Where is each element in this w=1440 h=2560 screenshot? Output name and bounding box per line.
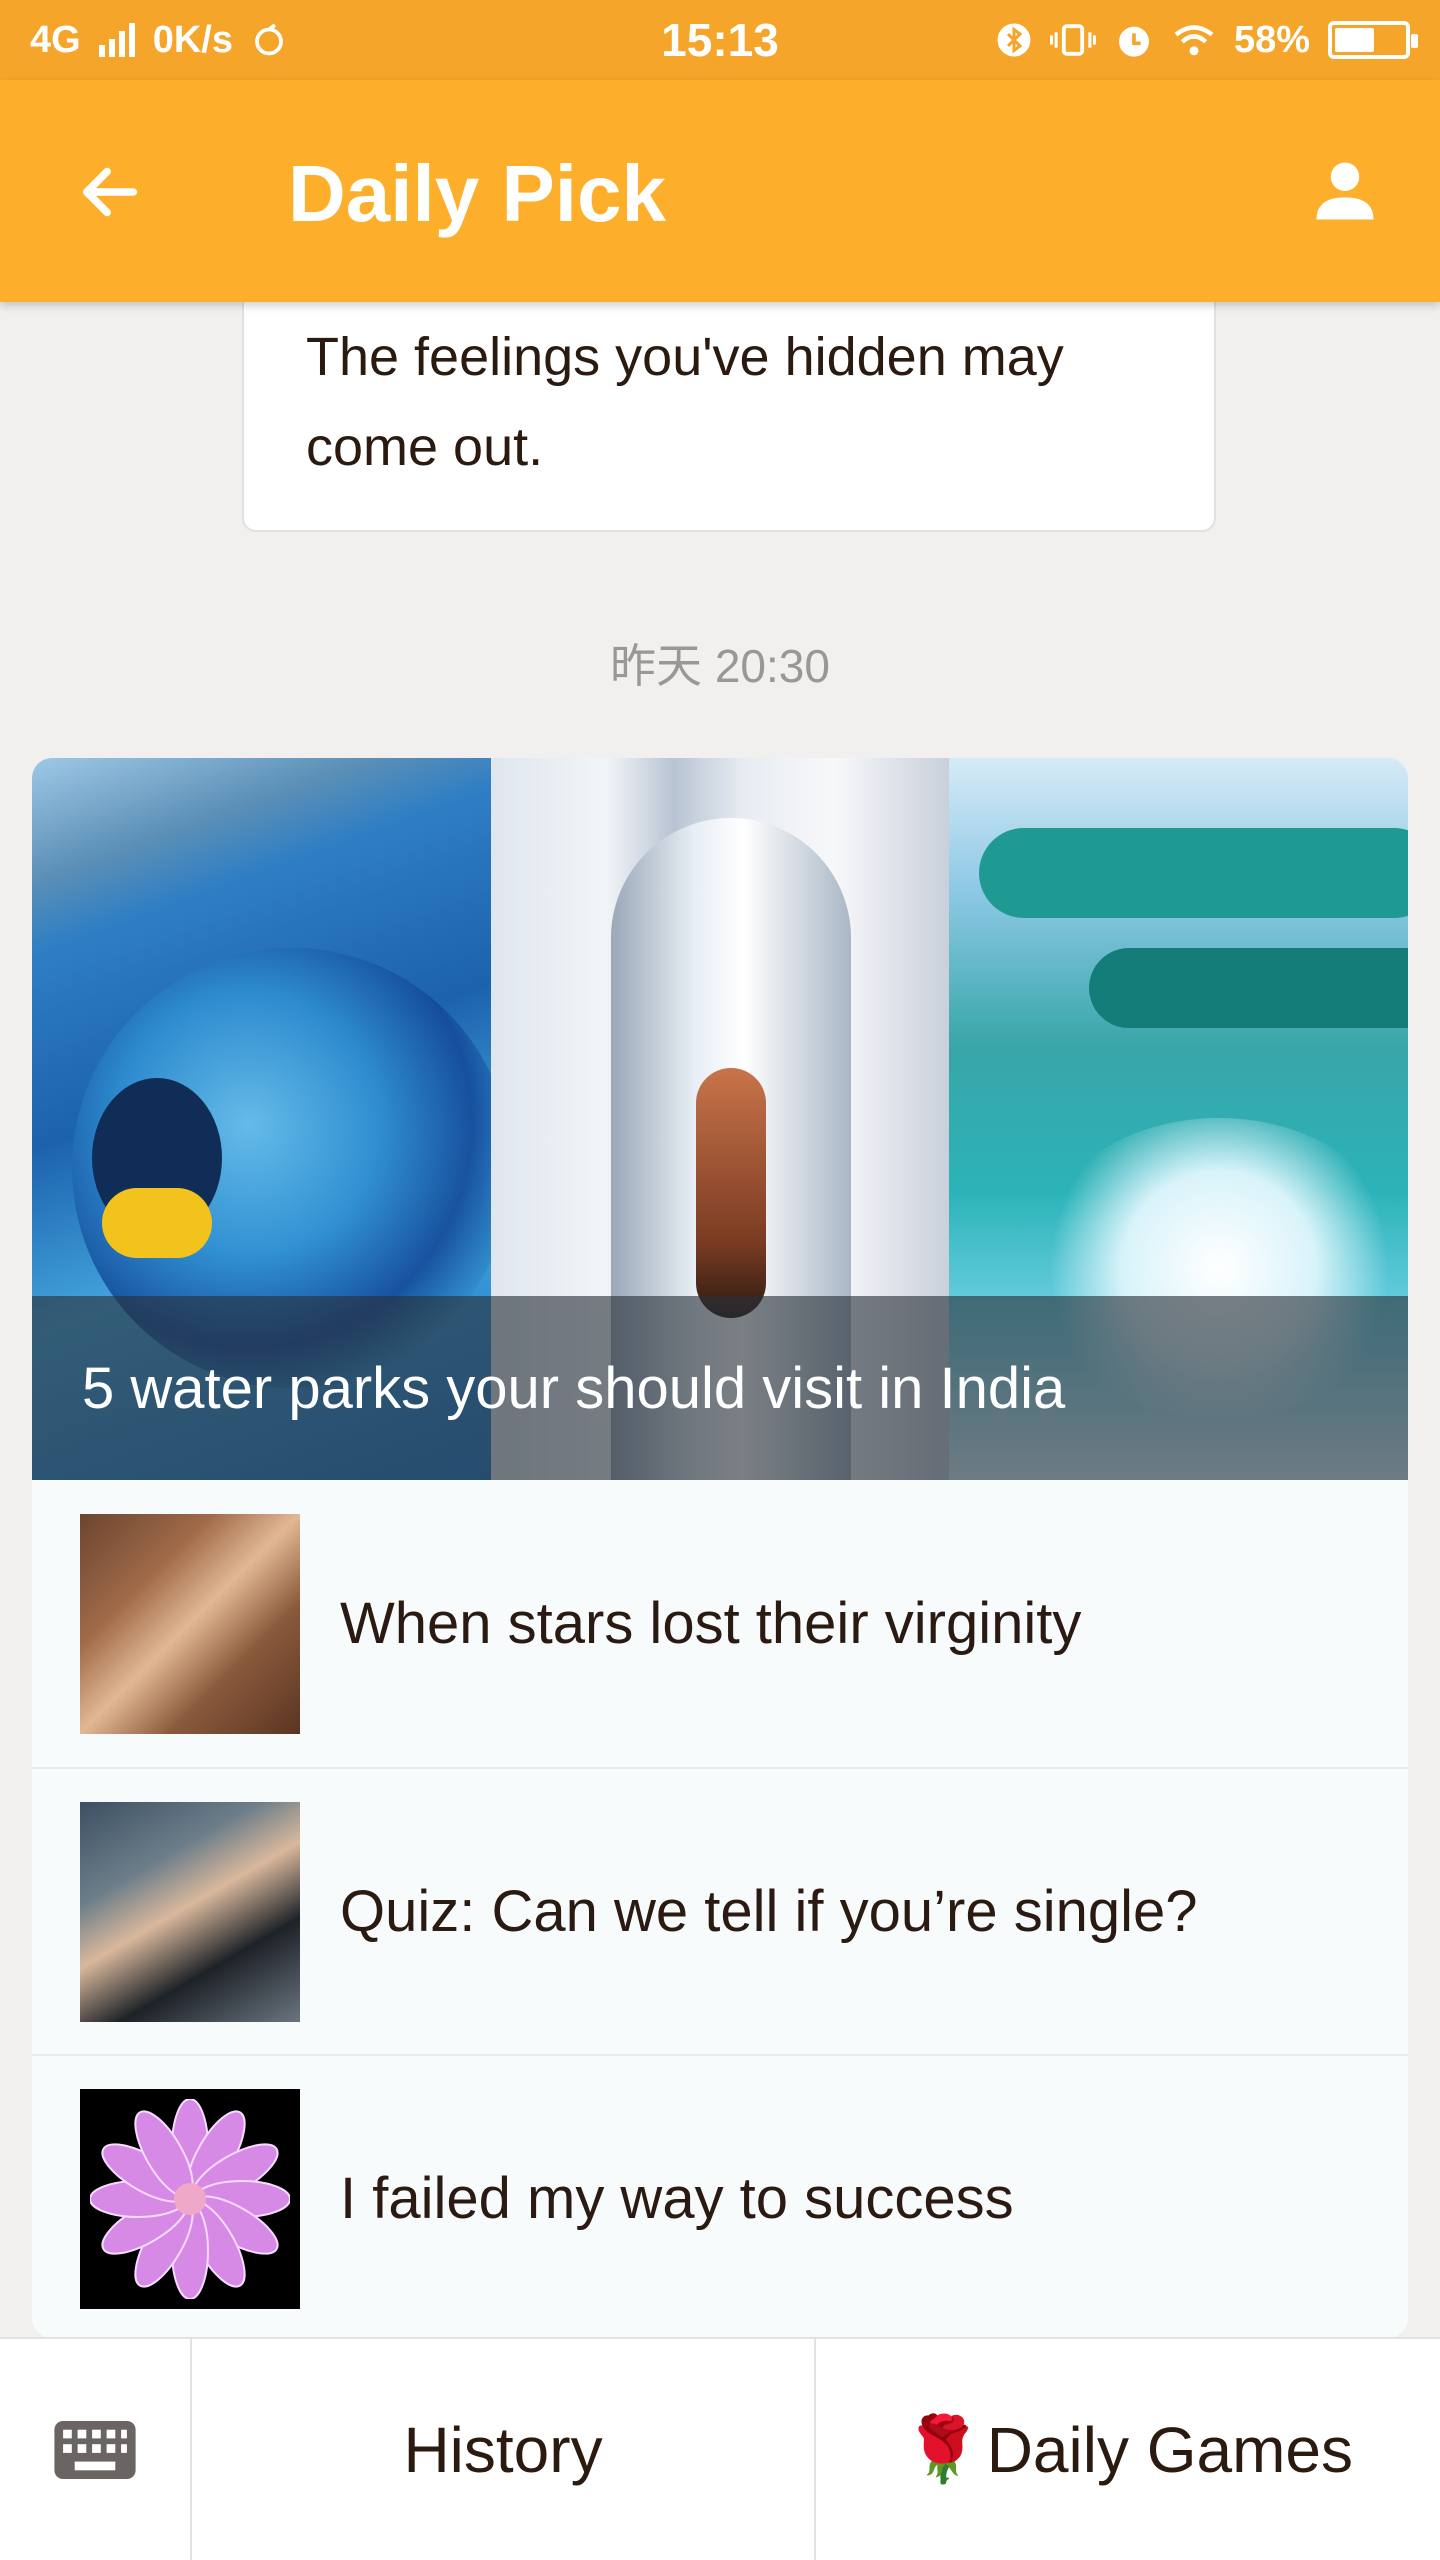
hero-caption: 5 water parks your should visit in India: [82, 1355, 1066, 1421]
keyboard-button[interactable]: [0, 2339, 192, 2560]
news-thumbnail: [80, 1801, 300, 2022]
history-button[interactable]: History: [192, 2339, 816, 2560]
status-bar: 4G 0K/s 15:13 58%: [0, 0, 1440, 80]
back-button[interactable]: [68, 150, 152, 234]
battery-percent: 58%: [1233, 18, 1310, 61]
app-bar: Daily Pick: [0, 80, 1440, 302]
alarm-icon: [1118, 26, 1149, 57]
signal-icon: [98, 23, 135, 57]
message-text: The feelings you've hidden may come out.: [306, 327, 1064, 477]
history-label: History: [403, 2413, 603, 2486]
flower-icon: [90, 2098, 290, 2299]
network-type: 4G: [30, 18, 81, 61]
news-thumbnail: [80, 1513, 300, 1734]
rose-icon: 🌹: [903, 2413, 983, 2485]
news-item[interactable]: Quiz: Can we tell if you’re single?: [32, 1767, 1408, 2054]
daily-games-label: Daily Games: [986, 2413, 1353, 2486]
news-card: 5 water parks your should visit in India…: [32, 758, 1408, 2338]
bottom-bar: History 🌹 Daily Games: [0, 2337, 1440, 2560]
status-left: 4G 0K/s: [30, 19, 287, 62]
news-thumbnail: [80, 2088, 300, 2309]
daily-games-button[interactable]: 🌹 Daily Games: [816, 2339, 1440, 2560]
hero-article[interactable]: 5 water parks your should visit in India: [32, 758, 1408, 1480]
battery-icon: [1328, 21, 1418, 59]
page-title: Daily Pick: [288, 149, 667, 238]
network-speed: 0K/s: [152, 18, 233, 61]
profile-button[interactable]: [1300, 146, 1390, 236]
news-item[interactable]: I failed my way to success: [32, 2054, 1408, 2338]
news-headline: Quiz: Can we tell if you’re single?: [340, 1879, 1198, 1944]
status-right: 58%: [996, 18, 1418, 62]
battery-fill: [1335, 28, 1375, 52]
hero-caption-overlay: 5 water parks your should visit in India: [32, 1296, 1408, 1480]
vibrate-icon: [1049, 24, 1096, 56]
wifi-icon: [1174, 25, 1214, 56]
sync-icon: [255, 23, 283, 56]
timestamp: 昨天 20:30: [610, 640, 830, 692]
bluetooth-icon: [997, 23, 1031, 57]
person-icon: [1316, 162, 1374, 220]
news-headline: I failed my way to success: [340, 2166, 1014, 2231]
news-item[interactable]: When stars lost their virginity: [32, 1480, 1408, 1767]
news-headline: When stars lost their virginity: [340, 1591, 1082, 1656]
keyboard-icon: [54, 2420, 136, 2479]
arrow-left-icon: [82, 167, 138, 217]
